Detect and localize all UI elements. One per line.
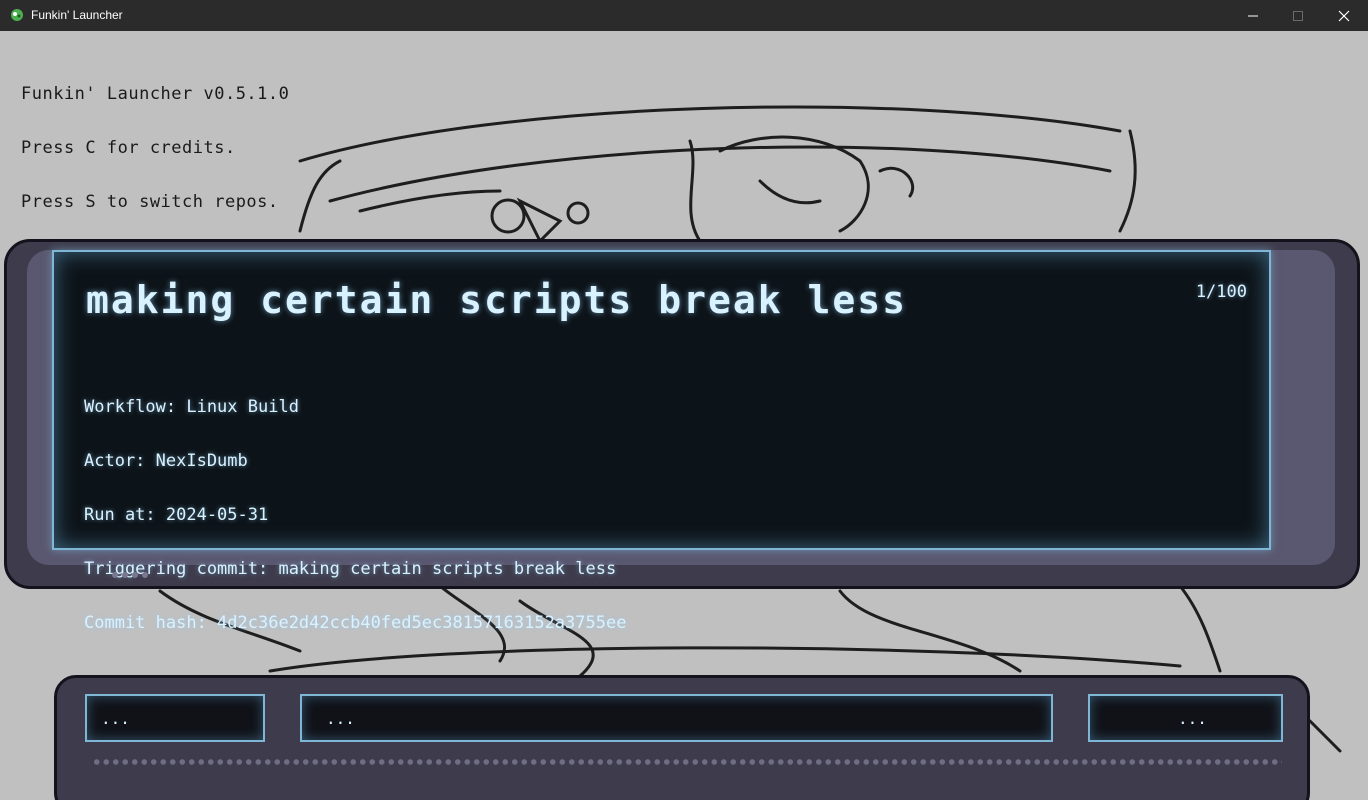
right-status-field[interactable]: ... — [1088, 694, 1283, 742]
minimize-button[interactable] — [1230, 0, 1276, 31]
commit-title: making certain scripts break less — [86, 278, 907, 322]
close-icon — [1338, 10, 1350, 21]
switch-repos-hint: Press S to switch repos. — [21, 192, 279, 212]
launcher-canvas: Funkin' Launcher v0.5.1.0 Press C for cr… — [0, 31, 1368, 800]
left-field-text: ... — [101, 709, 130, 728]
commit-counter: 1/100 — [1195, 282, 1247, 302]
monitor-indicator-dots — [112, 572, 148, 578]
app-logo-icon — [11, 9, 23, 21]
maximize-icon — [1293, 10, 1303, 21]
panel-dot-row — [92, 757, 1282, 767]
commit-hash-line: Commit hash: 4d2c36e2d42ccb40fed5ec38157… — [84, 613, 627, 633]
minimize-icon — [1248, 15, 1258, 16]
workflow-line: Workflow: Linux Build — [84, 397, 299, 417]
version-label: Funkin' Launcher v0.5.1.0 — [21, 84, 290, 104]
run-at-line: Run at: 2024-05-31 — [84, 505, 269, 525]
commit-screen: making certain scripts break less 1/100 … — [52, 250, 1271, 632]
triggering-commit-line: Triggering commit: making certain script… — [84, 559, 617, 579]
actor-line: Actor: NexIsDumb — [84, 451, 248, 471]
middle-status-field[interactable]: ... — [300, 694, 1053, 742]
middle-field-text: ... — [326, 709, 355, 728]
window-titlebar: Funkin' Launcher — [0, 0, 1368, 31]
close-button[interactable] — [1321, 0, 1367, 31]
left-status-field[interactable]: ... — [85, 694, 265, 742]
commit-details: Workflow: Linux Build Actor: NexIsDumb R… — [84, 362, 626, 668]
launcher-info: Funkin' Launcher v0.5.1.0 Press C for cr… — [21, 49, 289, 247]
window-title: Funkin' Launcher — [31, 8, 123, 22]
right-field-text: ... — [1178, 709, 1207, 728]
credits-hint: Press C for credits. — [21, 138, 236, 158]
maximize-button[interactable] — [1275, 0, 1321, 31]
